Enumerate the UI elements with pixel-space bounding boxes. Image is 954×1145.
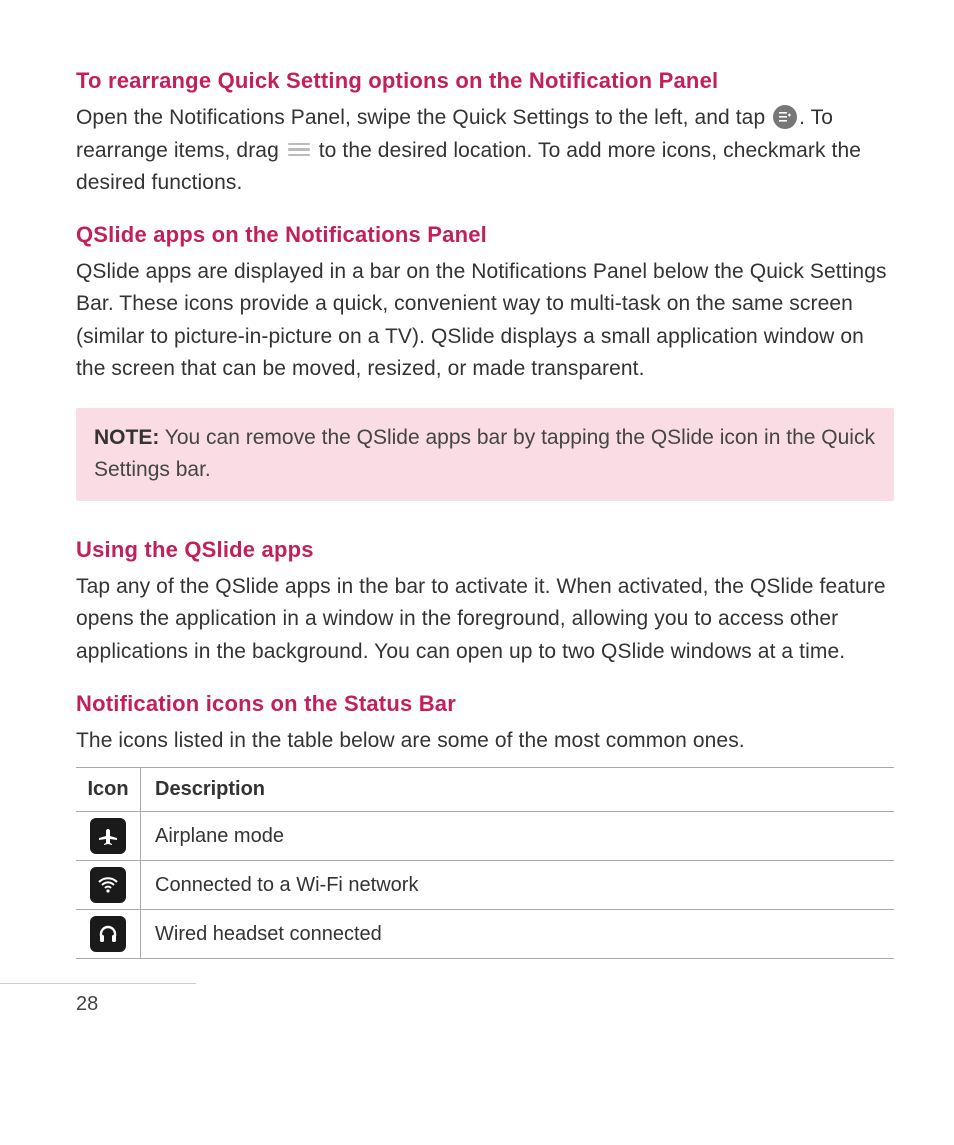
table-row: Wired headset connected xyxy=(76,910,894,959)
section-heading-1: To rearrange Quick Setting options on th… xyxy=(76,68,894,94)
manual-page: To rearrange Quick Setting options on th… xyxy=(0,0,954,1056)
table-cell-desc: Wired headset connected xyxy=(141,910,895,959)
note-label: NOTE: xyxy=(94,426,159,449)
table-cell-icon xyxy=(76,910,141,959)
status-icons-table: Icon Description Airplane mode xyxy=(76,767,894,959)
table-cell-desc: Airplane mode xyxy=(141,812,895,861)
section-body-1: Open the Notifications Panel, swipe the … xyxy=(76,102,894,200)
headset-icon xyxy=(90,916,126,952)
table-row: Connected to a Wi-Fi network xyxy=(76,861,894,910)
table-cell-icon xyxy=(76,812,141,861)
table-header-row: Icon Description xyxy=(76,768,894,812)
settings-list-icon xyxy=(773,105,797,129)
section-heading-2: QSlide apps on the Notifications Panel xyxy=(76,222,894,248)
table-row: Airplane mode xyxy=(76,812,894,861)
note-text: You can remove the QSlide apps bar by ta… xyxy=(94,426,875,482)
section-heading-3: Using the QSlide apps xyxy=(76,537,894,563)
note-box: NOTE: You can remove the QSlide apps bar… xyxy=(76,408,894,501)
wifi-icon xyxy=(90,867,126,903)
page-number: 28 xyxy=(76,983,894,1016)
section-body-2: QSlide apps are displayed in a bar on th… xyxy=(76,256,894,386)
table-cell-desc: Connected to a Wi-Fi network xyxy=(141,861,895,910)
section-heading-4: Notification icons on the Status Bar xyxy=(76,691,894,717)
table-cell-icon xyxy=(76,861,141,910)
drag-handle-icon xyxy=(288,143,310,157)
airplane-icon xyxy=(90,818,126,854)
section-body-4: The icons listed in the table below are … xyxy=(76,725,894,758)
text-fragment: Open the Notifications Panel, swipe the … xyxy=(76,106,771,129)
page-number-text: 28 xyxy=(76,993,98,1015)
table-header-desc: Description xyxy=(141,768,895,812)
table-header-icon: Icon xyxy=(76,768,141,812)
section-body-3: Tap any of the QSlide apps in the bar to… xyxy=(76,571,894,669)
